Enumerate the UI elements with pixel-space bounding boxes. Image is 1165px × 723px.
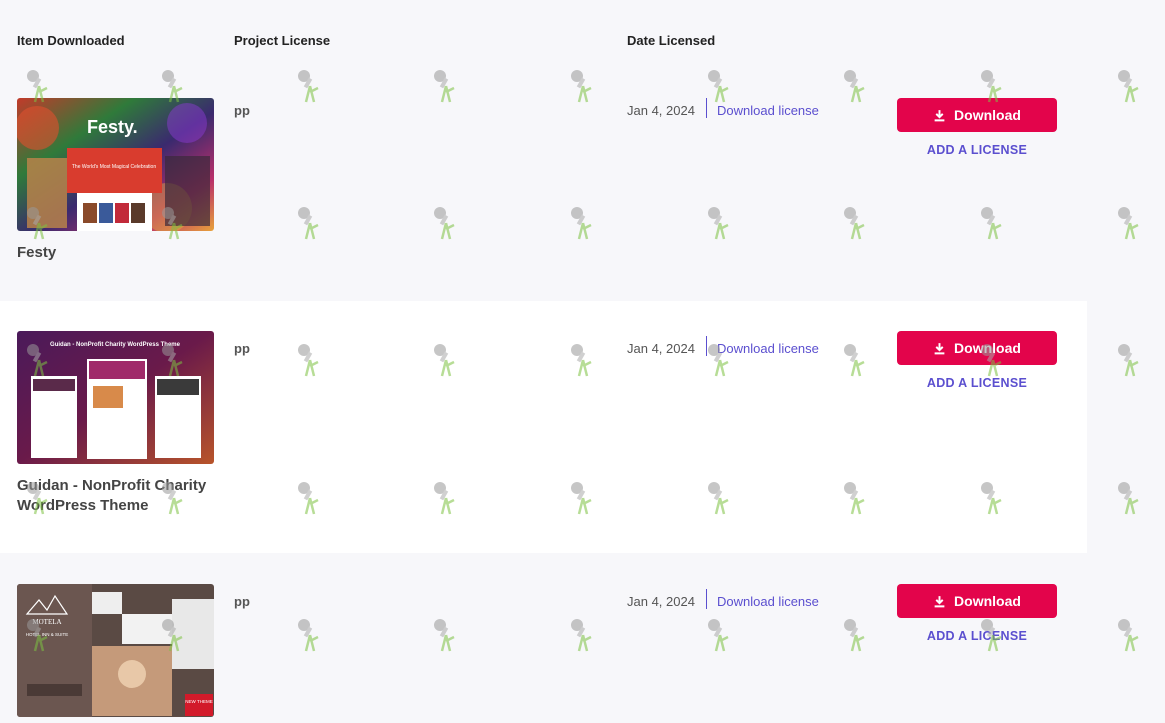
table-row: Festy. The World's Most Magical Celebrat… [0, 63, 1087, 315]
project-license: pp [234, 594, 250, 609]
date-licensed: Jan 4, 2024 [627, 103, 695, 118]
item-thumbnail[interactable]: MOTELA HOTEL INN & SUITE NEW THEME [17, 584, 214, 717]
download-button[interactable]: Download [897, 584, 1057, 618]
table-header: Item Downloaded Project License Date Lic… [0, 0, 1165, 62]
watermark-icon [1118, 207, 1139, 240]
download-button[interactable]: Download [897, 98, 1057, 132]
download-button-label: Download [954, 593, 1021, 609]
download-license-link[interactable]: Download license [717, 594, 819, 609]
add-license-button[interactable]: ADD A LICENSE [897, 143, 1057, 157]
download-button[interactable]: Download [897, 331, 1057, 365]
download-button-label: Download [954, 107, 1021, 123]
watermark-icon [1118, 344, 1139, 377]
item-thumbnail[interactable]: Festy. The World's Most Magical Celebrat… [17, 98, 214, 231]
watermark-icon [1118, 619, 1139, 652]
thumb-caption: The World's Most Magical Celebration [72, 164, 156, 170]
festy-thumbnail-image: Festy. The World's Most Magical Celebrat… [17, 98, 214, 231]
column-header-item: Item Downloaded [17, 33, 125, 48]
project-license: pp [234, 341, 250, 356]
download-license-link[interactable]: Download license [717, 103, 819, 118]
project-license: pp [234, 103, 250, 118]
watermark-icon [1118, 70, 1139, 103]
add-license-button[interactable]: ADD A LICENSE [897, 376, 1057, 390]
table-row: Guidan - NonProfit Charity WordPress The… [0, 301, 1087, 553]
item-name: Festy [17, 244, 57, 261]
divider [706, 589, 707, 609]
table-row: MOTELA HOTEL INN & SUITE NEW THEME pp Ja… [0, 554, 1087, 723]
divider [706, 98, 707, 118]
date-licensed: Jan 4, 2024 [627, 594, 695, 609]
thumb-title: MOTELA [32, 618, 61, 626]
add-license-button[interactable]: ADD A LICENSE [897, 629, 1057, 643]
download-license-link[interactable]: Download license [717, 341, 819, 356]
column-header-date: Date Licensed [627, 33, 716, 48]
thumb-badge: NEW THEME [185, 699, 212, 704]
thumb-caption: HOTEL INN & SUITE [26, 632, 69, 637]
download-icon [934, 342, 945, 354]
download-icon [934, 109, 945, 121]
motela-thumbnail-image: MOTELA HOTEL INN & SUITE NEW THEME [17, 584, 214, 717]
thumb-title: Guidan - NonProfit Charity WordPress The… [50, 342, 181, 348]
thumb-title: Festy. [87, 117, 138, 137]
column-header-project: Project License [234, 33, 331, 48]
download-icon [934, 595, 945, 607]
download-button-label: Download [954, 340, 1021, 356]
divider [706, 336, 707, 356]
item-thumbnail[interactable]: Guidan - NonProfit Charity WordPress The… [17, 331, 214, 464]
date-licensed: Jan 4, 2024 [627, 341, 695, 356]
watermark-icon [1118, 482, 1139, 515]
item-name: Guidan - NonProfit Charity WordPress The… [17, 477, 207, 514]
guidan-thumbnail-image: Guidan - NonProfit Charity WordPress The… [17, 331, 214, 464]
